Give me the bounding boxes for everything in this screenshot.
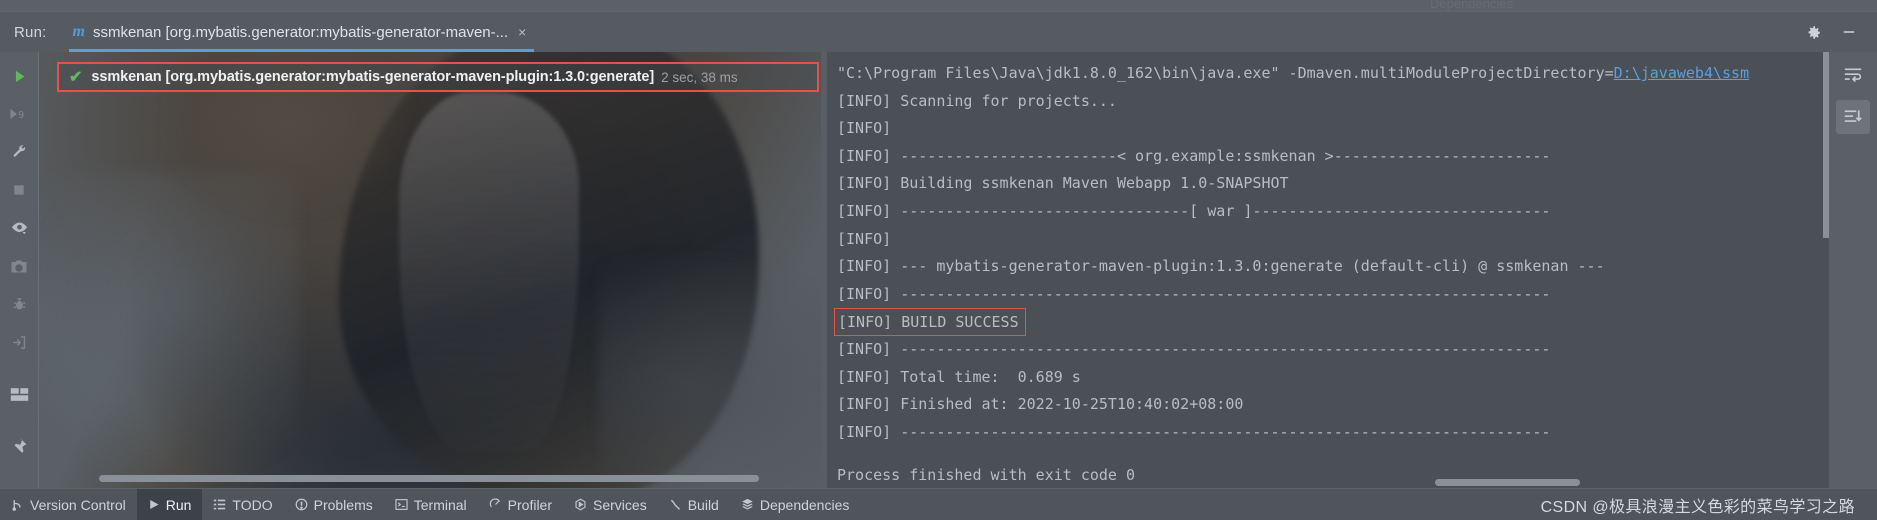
status-bar-items: Version Control Run TODO Problems Terminal Pr… (0, 488, 861, 520)
status-item-label: Services (593, 496, 647, 513)
export-icon[interactable] (4, 326, 34, 358)
status-item-terminal[interactable]: Terminal (384, 489, 478, 520)
scroll-to-end-icon[interactable] (1836, 100, 1870, 134)
console-line: [INFO] ---------------------------------… (837, 422, 1551, 441)
console-line-wrap: [INFO] BUILD SUCCESS (834, 308, 1829, 337)
status-item-label: Version Control (30, 496, 126, 513)
status-item-label: Build (687, 496, 719, 513)
camera-screenshot-icon[interactable] (4, 250, 34, 282)
status-item-build[interactable]: Build (658, 489, 730, 520)
console-line: [INFO] Building ssmkenan Maven Webapp 1.… (837, 174, 1289, 193)
status-item-label: Profiler (507, 496, 553, 513)
ghost-tab-label: Dependencies (1430, 0, 1514, 11)
list-icon (213, 498, 226, 511)
run-tree-root-node[interactable]: ✔ ssmkenan [org.mybatis.generator:mybati… (57, 62, 819, 92)
run-configuration-tab[interactable]: m ssmkenan [org.mybatis.generator:mybati… (68, 12, 535, 52)
run-toolwindow-header: Run: m ssmkenan [org.mybatis.generator:m… (0, 12, 1877, 52)
maven-icon: m (72, 23, 85, 40)
soft-wrap-icon[interactable] (1836, 58, 1870, 92)
console-actions-rail (1829, 52, 1877, 488)
minimize-icon[interactable] (1831, 12, 1867, 52)
console-line: [INFO] (837, 119, 892, 138)
status-item-label: TODO (232, 496, 273, 513)
run-icon[interactable] (4, 60, 34, 92)
console-line: [INFO] ------------------------< org.exa… (837, 146, 1551, 165)
console-line: [INFO] (837, 229, 892, 248)
status-item-label: Terminal (413, 496, 467, 513)
status-item-todo[interactable]: TODO (202, 489, 283, 520)
console-output[interactable]: "C:\Program Files\Java\jdk1.8.0_162\bin\… (827, 52, 1829, 488)
eye-filter-icon[interactable] (4, 212, 34, 244)
warning-icon (295, 498, 308, 511)
svg-text:9: 9 (18, 110, 24, 121)
run-tree-node-duration: 2 sec, 38 ms (661, 69, 738, 85)
status-bar: Version Control Run TODO Problems Terminal Pr… (0, 488, 1877, 520)
wallpaper-shape-e (599, 252, 821, 488)
console-line-highlighted: [INFO] BUILD SUCCESS (834, 308, 1026, 337)
play-icon (148, 498, 160, 511)
pin-icon[interactable] (4, 430, 34, 462)
run-tab-title: ssmkenan [org.mybatis.generator:mybatis-… (92, 23, 509, 41)
status-item-label: Problems (313, 496, 373, 513)
status-item-label: Run (165, 496, 192, 513)
console-exit-line: Process finished with exit code 0 (837, 466, 1136, 485)
close-icon[interactable]: × (518, 24, 526, 40)
console-line: [INFO] --- mybatis-generator-maven-plugi… (837, 257, 1605, 276)
debug-bug-icon[interactable] (4, 288, 34, 320)
run-tree-node-title: ssmkenan [org.mybatis.generator:mybatis-… (91, 69, 655, 85)
rerun-failed-tests-icon[interactable]: 9 (4, 98, 34, 130)
console-line: "C:\Program Files\Java\jdk1.8.0_162\bin\… (837, 60, 1829, 88)
status-item-run[interactable]: Run (136, 488, 203, 520)
tree-horizontal-scrollbar[interactable] (99, 475, 759, 482)
status-item-version-control[interactable]: Version Control (0, 489, 137, 520)
console-horizontal-scrollbar[interactable] (1435, 479, 1580, 486)
console-line: [INFO] Scanning for projects... (837, 91, 1117, 110)
console-lines: "C:\Program Files\Java\jdk1.8.0_162\bin\… (834, 60, 1829, 446)
run-actions-rail: 9 (0, 52, 38, 488)
terminal-icon (395, 498, 408, 511)
console-line: [INFO] ---------------------------------… (837, 284, 1551, 303)
layers-icon (741, 498, 754, 511)
run-tree-panel: ✔ ssmkenan [org.mybatis.generator:mybati… (39, 52, 821, 488)
layout-icon[interactable] (4, 378, 34, 410)
branch-icon (11, 498, 24, 512)
run-label: Run: (14, 23, 47, 41)
services-icon (574, 498, 587, 511)
status-item-problems[interactable]: Problems (284, 489, 384, 520)
console-line: [INFO] Finished at: 2022-10-25T10:40:02+… (837, 395, 1244, 414)
settings-wrench-icon[interactable] (4, 136, 34, 168)
ide-run-tool-window: Dependencies Run: m ssmkenan [org.mybati… (0, 0, 1877, 520)
console-line: [INFO] --------------------------------[… (837, 201, 1551, 220)
profiler-icon (489, 498, 502, 511)
status-item-profiler[interactable]: Profiler (478, 489, 563, 520)
status-item-label: Dependencies (759, 496, 850, 513)
gear-icon[interactable] (1795, 12, 1831, 52)
console-line: [INFO] ---------------------------------… (837, 339, 1551, 358)
hammer-icon (669, 498, 682, 511)
wallpaper-shape-b (399, 92, 579, 452)
status-item-services[interactable]: Services (563, 489, 658, 520)
console-line: [INFO] Total time: 0.689 s (837, 367, 1081, 386)
csdn-watermark: CSDN @极具浪漫主义色彩的菜鸟学习之路 (1540, 498, 1855, 516)
window-top-strip: Dependencies (0, 0, 1877, 12)
check-icon: ✔ (69, 69, 83, 86)
console-path-link[interactable]: D:\javaweb4\ssm (1614, 64, 1749, 82)
stop-icon[interactable] (4, 174, 34, 206)
console-line-text: "C:\Program Files\Java\jdk1.8.0_162\bin\… (837, 64, 1614, 82)
status-item-dependencies[interactable]: Dependencies (730, 489, 861, 520)
